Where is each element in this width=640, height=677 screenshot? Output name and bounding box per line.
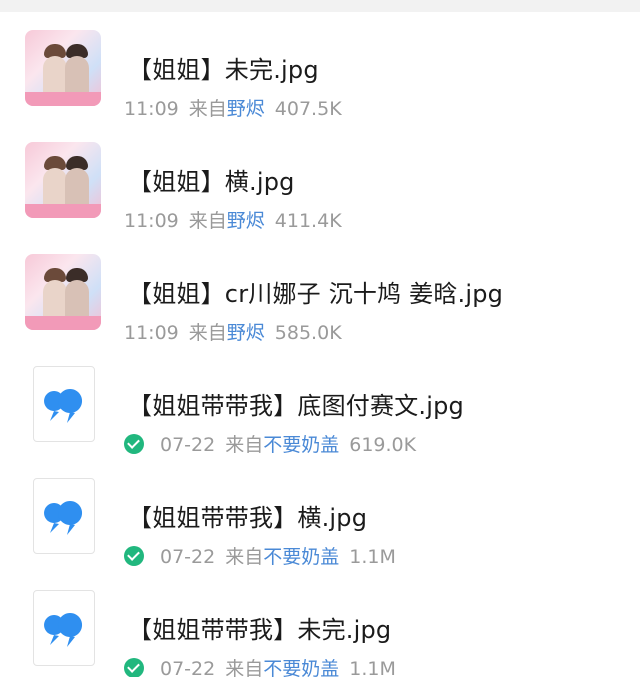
file-row[interactable]: 【姐姐】cr川娜子 沉十鸠 姜晗.jpg 11:09 来自野烬 585.0K <box>0 254 640 366</box>
source-link[interactable]: 不要奶盖 <box>263 434 339 456</box>
source-link[interactable]: 野烬 <box>227 98 265 120</box>
file-size: 407.5K <box>274 98 342 120</box>
from-label: 来自 <box>225 546 264 568</box>
chat-bubbles-icon <box>44 613 83 647</box>
file-meta: 07-22 来自不要奶盖 1.1M <box>124 542 396 569</box>
thumbnail-band <box>25 204 101 218</box>
file-meta: 11:09 来自野烬 411.4K <box>124 206 342 233</box>
file-name: 【姐姐带带我】底图付赛文.jpg <box>128 392 464 420</box>
file-row[interactable]: 【姐姐带带我】底图付赛文.jpg 07-22 来自不要奶盖 619.0K <box>0 366 640 478</box>
chat-bubbles-icon <box>44 501 83 535</box>
file-time: 11:09 <box>124 322 179 344</box>
check-icon <box>124 658 144 677</box>
file-name: 【姐姐】横.jpg <box>128 168 295 196</box>
top-bar <box>0 0 640 12</box>
source-link[interactable]: 不要奶盖 <box>263 658 339 677</box>
source-link[interactable]: 不要奶盖 <box>263 546 339 568</box>
file-row[interactable]: 【姐姐】未完.jpg 11:09 来自野烬 407.5K <box>0 30 640 142</box>
chat-bubbles-icon <box>44 389 83 423</box>
app-logo-thumbnail[interactable] <box>33 590 95 666</box>
file-size: 619.0K <box>349 434 417 456</box>
file-row[interactable]: 【姐姐】横.jpg 11:09 来自野烬 411.4K <box>0 142 640 254</box>
thumbnail-band <box>25 92 101 106</box>
file-size: 585.0K <box>274 322 342 344</box>
file-size: 1.1M <box>349 658 396 677</box>
image-thumbnail[interactable] <box>25 254 101 330</box>
image-thumbnail[interactable] <box>25 30 101 106</box>
check-icon <box>124 546 144 566</box>
from-label: 来自 <box>225 658 264 677</box>
file-meta: 07-22 来自不要奶盖 1.1M <box>124 654 396 677</box>
app-logo-thumbnail[interactable] <box>33 478 95 554</box>
image-thumbnail[interactable] <box>25 142 101 218</box>
file-row[interactable]: 【姐姐带带我】未完.jpg 07-22 来自不要奶盖 1.1M <box>0 590 640 677</box>
file-name: 【姐姐带带我】横.jpg <box>128 504 368 532</box>
file-meta: 11:09 来自野烬 585.0K <box>124 318 342 345</box>
source-link[interactable]: 野烬 <box>227 322 265 344</box>
file-name: 【姐姐带带我】未完.jpg <box>128 616 392 644</box>
from-label: 来自 <box>188 98 227 120</box>
file-time: 07-22 <box>160 546 216 568</box>
app-logo-thumbnail[interactable] <box>33 366 95 442</box>
thumbnail-band <box>25 316 101 330</box>
from-label: 来自 <box>188 322 227 344</box>
file-row[interactable]: 【姐姐带带我】横.jpg 07-22 来自不要奶盖 1.1M <box>0 478 640 590</box>
check-icon <box>124 434 144 454</box>
file-meta: 07-22 来自不要奶盖 619.0K <box>124 430 416 457</box>
file-size: 1.1M <box>349 546 396 568</box>
file-size: 411.4K <box>274 210 342 232</box>
file-time: 11:09 <box>124 98 179 120</box>
file-meta: 11:09 来自野烬 407.5K <box>124 94 342 121</box>
file-time: 11:09 <box>124 210 179 232</box>
file-name: 【姐姐】未完.jpg <box>128 56 319 84</box>
source-link[interactable]: 野烬 <box>227 210 265 232</box>
from-label: 来自 <box>188 210 227 232</box>
from-label: 来自 <box>225 434 264 456</box>
file-time: 07-22 <box>160 434 216 456</box>
file-time: 07-22 <box>160 658 216 677</box>
file-name: 【姐姐】cr川娜子 沉十鸠 姜晗.jpg <box>128 280 504 308</box>
